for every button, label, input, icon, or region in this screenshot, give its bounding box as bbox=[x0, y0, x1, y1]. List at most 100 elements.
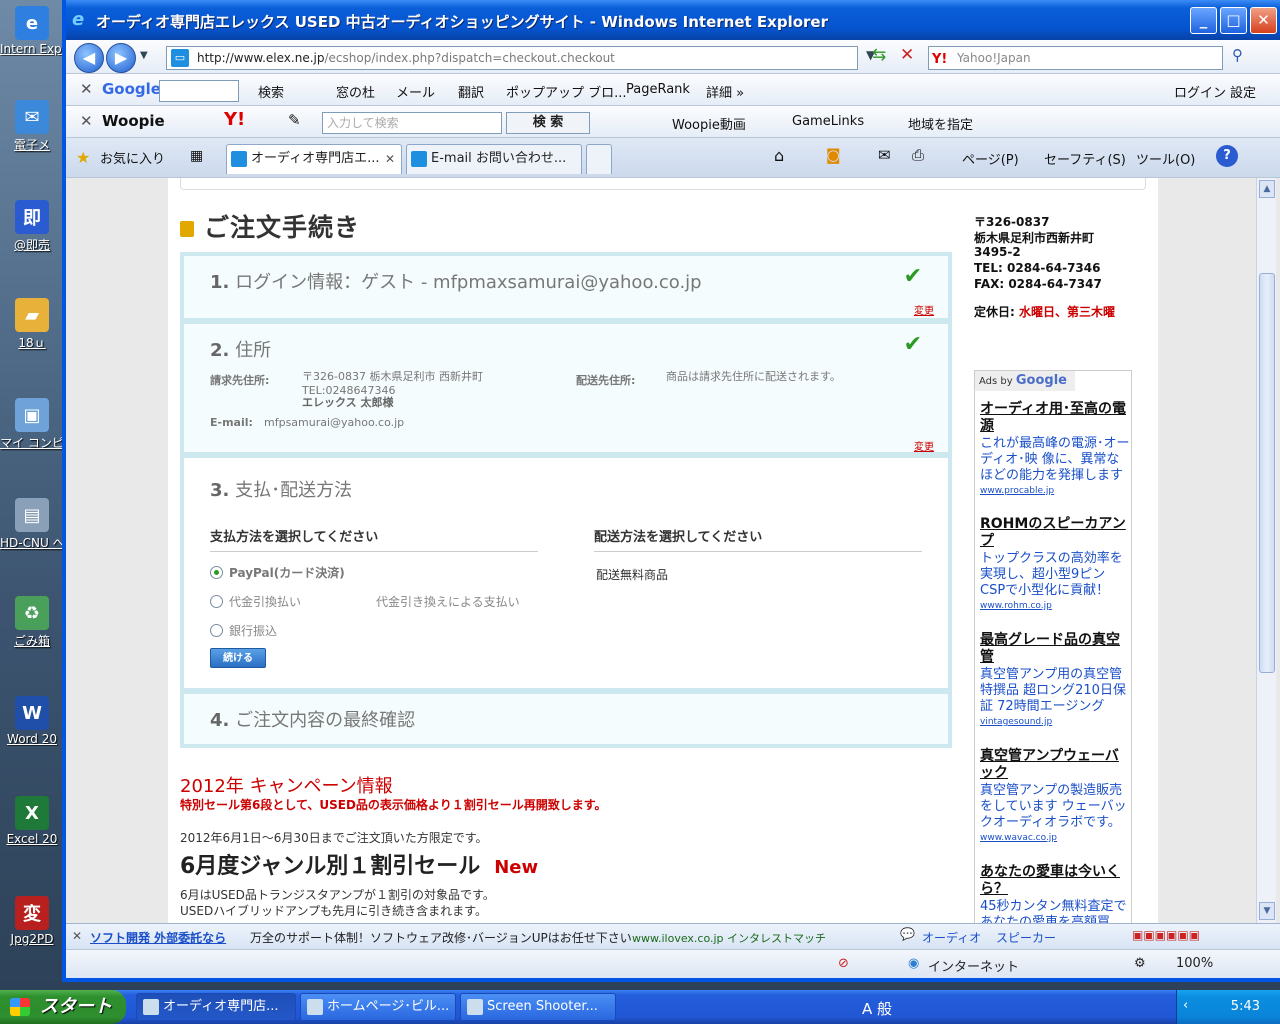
toolbar-item-pagerank[interactable]: PageRank bbox=[626, 82, 690, 97]
ad-title[interactable]: ROHMのスピーカアンプ bbox=[980, 516, 1130, 550]
close-toolbar-icon[interactable]: ✕ bbox=[80, 80, 93, 98]
forward-button[interactable]: ▶ bbox=[106, 43, 136, 73]
ad-url[interactable]: www.wavac.co.jp bbox=[980, 833, 1130, 843]
page-menu[interactable]: ページ(P) bbox=[962, 149, 1019, 168]
search-input[interactable]: Y! Yahoo!Japan bbox=[928, 46, 1223, 70]
ad-body[interactable]: これが最高峰の電源･オーディオ･映 像に、異常なほどの能力を発揮します bbox=[980, 436, 1130, 484]
home-icon[interactable]: ⌂ bbox=[774, 146, 784, 165]
excel-icon[interactable]: X bbox=[15, 796, 49, 830]
pencil-icon[interactable]: ✎ bbox=[288, 111, 301, 129]
desktop-icon[interactable]: 変 Jpg2PD bbox=[0, 896, 64, 946]
title-bar[interactable]: e オーディオ専門店エレックス USED 中古オーディオショッピングサイト - … bbox=[66, 0, 1280, 40]
tools-menu[interactable]: ツール(O) bbox=[1136, 149, 1195, 168]
ad-item[interactable]: あなたの愛車は今いくら？ 45秒カンタン無料査定であなたの愛車を高額買 bbox=[980, 864, 1130, 923]
rss-icon[interactable]: ◙ bbox=[826, 146, 841, 164]
favorites-button[interactable]: お気に入り bbox=[100, 148, 165, 167]
desktop-icon-label[interactable]: 電子メ bbox=[0, 136, 64, 153]
read-mail-icon[interactable]: ✉ bbox=[878, 146, 891, 164]
ad-item[interactable]: オーディオ用･至高の電源 これが最高峰の電源･オーディオ･映 像に、異常なほどの… bbox=[980, 401, 1130, 496]
desktop-icon[interactable]: 即 @即売 bbox=[0, 200, 64, 253]
mail-icon[interactable]: ✉ bbox=[15, 100, 49, 134]
close-tab-icon[interactable]: ✕ bbox=[385, 145, 395, 173]
desktop-icon-label[interactable]: Jpg2PD bbox=[0, 932, 64, 946]
close-toolbar-icon[interactable]: ✕ bbox=[80, 112, 93, 130]
toolbar-item-woopie-video[interactable]: Woopie動画 bbox=[672, 114, 746, 133]
ad-url[interactable]: www.rohm.co.jp bbox=[980, 601, 1130, 611]
sale-icon[interactable]: 即 bbox=[15, 200, 49, 234]
login-link[interactable]: ログイン bbox=[1174, 82, 1226, 101]
share-icons[interactable]: ▣▣▣▣▣▣ bbox=[1132, 928, 1200, 942]
ad-body[interactable]: 45秒カンタン無料査定であなたの愛車を高額買 bbox=[980, 899, 1130, 923]
url-input[interactable]: ▭ http://www.elex.ne.jp/ecshop/index.php… bbox=[166, 46, 858, 70]
desktop-icon[interactable]: ✉ 電子メ bbox=[0, 100, 64, 153]
minimize-button[interactable]: _ bbox=[1190, 7, 1217, 34]
adbar-tag-audio[interactable]: オーディオ bbox=[922, 929, 981, 946]
ad-body[interactable]: 真空管アンプの製造販売をしています ウェーバックオーディオラボです。 bbox=[980, 783, 1130, 831]
scroll-thumb[interactable] bbox=[1259, 273, 1275, 673]
desktop-icon-label[interactable]: 18ｕ bbox=[0, 334, 64, 351]
toolbar-item-gamelinks[interactable]: GameLinks bbox=[792, 114, 864, 129]
scroll-up-icon[interactable]: ▲ bbox=[1259, 180, 1275, 198]
desktop-icon[interactable]: e Intern Explor bbox=[0, 6, 64, 56]
adbar-tag-speaker[interactable]: スピーカー bbox=[996, 929, 1056, 946]
jpg2pdf-icon[interactable]: 変 bbox=[15, 896, 49, 930]
go-icon[interactable]: ⇆ bbox=[872, 45, 886, 65]
desktop-icon-label[interactable]: HD-CNU へのショー bbox=[0, 534, 64, 551]
desktop-icon[interactable]: ♻ ごみ箱 bbox=[0, 596, 64, 649]
desktop-icon[interactable]: X Excel 20 bbox=[0, 796, 64, 846]
toolbar-item-popup-block[interactable]: ポップアップ ブロ... bbox=[506, 82, 627, 101]
adbar-link[interactable]: ソフト開発 外部委託なら bbox=[90, 929, 226, 946]
help-icon[interactable]: ? bbox=[1216, 145, 1238, 167]
woopie-search-input[interactable]: 入力して検索 bbox=[322, 112, 502, 134]
ad-item[interactable]: 真空管アンプウェーバック 真空管アンプの製造販売をしています ウェーバックオーデ… bbox=[980, 748, 1130, 843]
desktop-icon-label[interactable]: Excel 20 bbox=[0, 832, 64, 846]
stop-icon[interactable]: ✕ bbox=[900, 45, 914, 65]
google-search-button[interactable]: 検索 bbox=[258, 82, 284, 101]
protected-mode-icon[interactable]: ⚙ bbox=[1134, 956, 1146, 971]
start-button[interactable]: スタート bbox=[0, 990, 126, 1024]
toolbar-item-more[interactable]: 詳細 » bbox=[706, 82, 744, 101]
desktop-icon-label[interactable]: Intern Explor bbox=[0, 42, 64, 56]
payment-option-paypal[interactable]: PayPal(カード決済) bbox=[210, 564, 345, 581]
tray-expand-icon[interactable]: ‹ bbox=[1183, 998, 1188, 1013]
vertical-scrollbar[interactable]: ▲ ▼ bbox=[1256, 178, 1276, 923]
desktop-icon-label[interactable]: マイ コンピ bbox=[0, 434, 64, 451]
tab-audio-shop[interactable]: オーディオ専門店エ... ✕ bbox=[226, 144, 402, 174]
toolbar-item-mail[interactable]: メール bbox=[396, 82, 435, 101]
clock[interactable]: 5:43 bbox=[1231, 999, 1260, 1014]
task-ie-audio[interactable]: オーディオ専門店... bbox=[136, 993, 296, 1021]
desktop-icon-label[interactable]: ごみ箱 bbox=[0, 632, 64, 649]
search-icon[interactable]: ⚲ bbox=[1232, 46, 1243, 64]
task-homepage-builder[interactable]: ホームページ･ビル... bbox=[300, 993, 456, 1021]
ie-icon[interactable]: e bbox=[15, 6, 49, 40]
task-screen-shooter[interactable]: Screen Shooter... bbox=[460, 993, 616, 1021]
settings-link[interactable]: 設定 bbox=[1230, 82, 1256, 101]
new-tab-button[interactable] bbox=[586, 144, 612, 174]
change-link[interactable]: 変更 bbox=[914, 302, 934, 317]
payment-option-bank[interactable]: 銀行振込 bbox=[210, 622, 277, 639]
scroll-down-icon[interactable]: ▼ bbox=[1259, 902, 1275, 920]
history-dropdown-icon[interactable]: ▼ bbox=[140, 50, 148, 61]
desktop-icon-label[interactable]: Word 20 bbox=[0, 732, 64, 746]
adbar-site[interactable]: www.ilovex.co.jp インタレストマッチ bbox=[632, 930, 826, 946]
tab-email-contact[interactable]: E-mail お問い合わせ... bbox=[406, 144, 582, 174]
toolbar-item-region[interactable]: 地域を指定 bbox=[908, 114, 973, 133]
desktop-icon-label[interactable]: @即売 bbox=[0, 236, 64, 253]
toolbar-item-translate[interactable]: 翻訳 bbox=[458, 82, 484, 101]
radio-icon[interactable] bbox=[210, 624, 223, 637]
radio-icon[interactable] bbox=[210, 595, 223, 608]
desktop-icon[interactable]: ▤ HD-CNU へのショー bbox=[0, 498, 64, 551]
ad-body[interactable]: 真空管アンプ用の真空管特撰品 超ロング210日保証 72時間エージング bbox=[980, 667, 1130, 715]
ad-title[interactable]: オーディオ用･至高の電源 bbox=[980, 401, 1130, 435]
recycle-bin-icon[interactable]: ♻ bbox=[15, 596, 49, 630]
ad-url[interactable]: www.procable.jp bbox=[980, 486, 1130, 496]
desktop-icon[interactable]: W Word 20 bbox=[0, 696, 64, 746]
favorites-star-icon[interactable]: ★ bbox=[76, 148, 90, 167]
folder-icon[interactable]: ▰ bbox=[15, 298, 49, 332]
desktop-icon[interactable]: ▣ マイ コンピ bbox=[0, 398, 64, 451]
drive-icon[interactable]: ▤ bbox=[15, 498, 49, 532]
google-search-input[interactable] bbox=[159, 80, 239, 102]
ad-item[interactable]: ROHMのスピーカアンプ トップクラスの高効率を実現し、超小型9ピンCSPで小型… bbox=[980, 516, 1130, 611]
close-button[interactable]: ✕ bbox=[1250, 7, 1277, 34]
ad-item[interactable]: 最高グレード品の真空管 真空管アンプ用の真空管特撰品 超ロング210日保証 72… bbox=[980, 632, 1130, 727]
